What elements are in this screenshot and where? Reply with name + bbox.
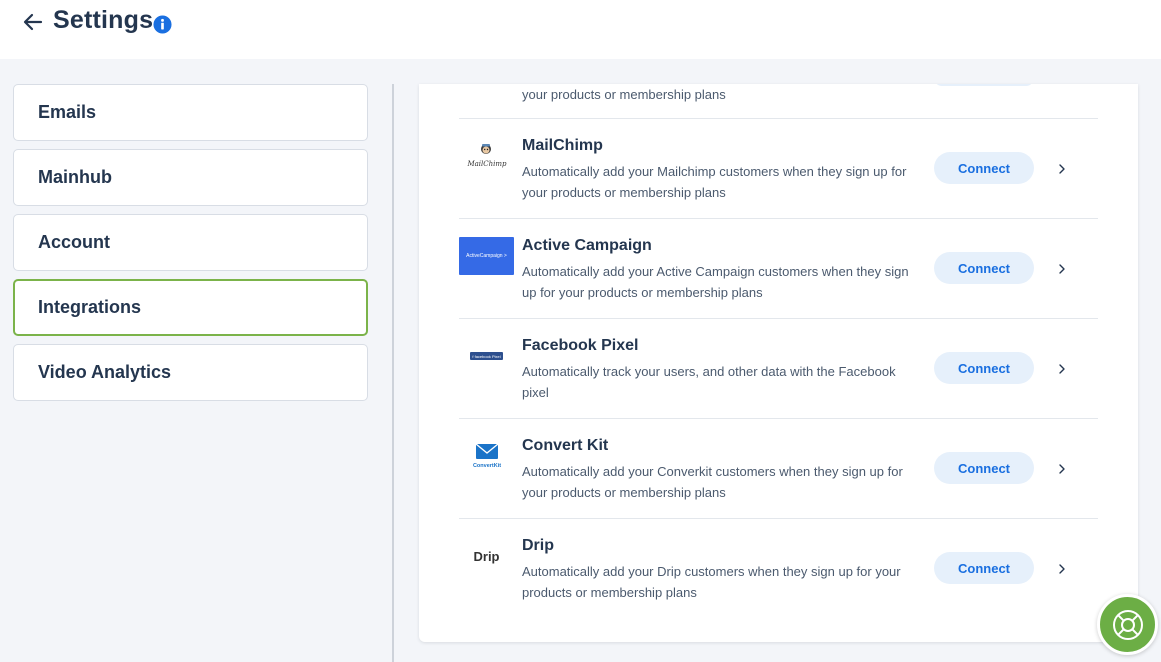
activecampaign-logo: ActiveCampaign >: [459, 236, 514, 276]
chevron-right-icon[interactable]: [1055, 562, 1069, 576]
integration-description: Automatically track your users, and othe…: [522, 364, 896, 400]
vertical-divider: [392, 84, 394, 662]
sidebar-item-mainhub[interactable]: Mainhub: [13, 149, 368, 206]
connect-button-convert-kit[interactable]: Connect: [934, 452, 1034, 484]
sidebar-item-emails[interactable]: Emails: [13, 84, 368, 141]
integration-row-convert-kit: ConvertKit Convert Kit Automatically add…: [459, 418, 1098, 518]
sidebar-item-label: Video Analytics: [38, 362, 172, 382]
integration-row-mailchimp: MailChimp MailChimp Automatically add yo…: [459, 118, 1098, 218]
integration-row-active-campaign: ActiveCampaign > Active Campaign Automat…: [459, 218, 1098, 318]
integrations-panel[interactable]: your products or membership plans MailCh…: [419, 84, 1138, 642]
connect-button-active-campaign[interactable]: Connect: [934, 252, 1034, 284]
facebook-pixel-logo: f facebook Pixel: [459, 336, 514, 376]
sidebar-item-label: Mainhub: [38, 167, 112, 187]
top-bar: Settings: [0, 0, 1161, 59]
chevron-right-icon[interactable]: [1055, 162, 1069, 176]
partial-description: your products or membership plans: [522, 87, 726, 102]
sidebar-item-label: Integrations: [38, 297, 142, 317]
settings-sidebar: Emails Mainhub Account Integrations Vide…: [13, 84, 368, 409]
info-icon[interactable]: [153, 15, 172, 34]
connect-button-drip[interactable]: Connect: [934, 552, 1034, 584]
drip-logo: Drip: [473, 548, 500, 564]
integration-description: Automatically add your Mailchimp custome…: [522, 164, 907, 200]
sidebar-item-label: Account: [38, 232, 110, 252]
integration-title: MailChimp: [522, 137, 603, 154]
integration-list: MailChimp MailChimp Automatically add yo…: [459, 118, 1098, 618]
sidebar-item-account[interactable]: Account: [13, 214, 368, 271]
integration-title: Active Campaign: [522, 237, 652, 254]
connect-button-mailchimp[interactable]: Connect: [934, 152, 1034, 184]
integration-description: Automatically add your Drip customers wh…: [522, 564, 901, 600]
page-title: Settings: [53, 6, 154, 34]
sidebar-item-integrations[interactable]: Integrations: [13, 279, 368, 336]
integration-title: Facebook Pixel: [522, 337, 639, 354]
convertkit-logo: ConvertKit: [459, 436, 514, 476]
chevron-right-icon[interactable]: [1055, 262, 1069, 276]
integration-title: Drip: [522, 537, 554, 554]
lifebuoy-icon: [1112, 609, 1143, 640]
svg-text:ConvertKit: ConvertKit: [472, 463, 500, 469]
integration-description: Automatically add your Active Campaign c…: [522, 264, 909, 300]
arrow-left-icon[interactable]: [21, 10, 45, 34]
sidebar-item-video-analytics[interactable]: Video Analytics: [13, 344, 368, 401]
integration-description: Automatically add your Converkit custome…: [522, 464, 903, 500]
integration-title: Convert Kit: [522, 437, 609, 454]
chevron-right-icon[interactable]: [1055, 362, 1069, 376]
mailchimp-logo: MailChimp: [459, 136, 514, 176]
help-button[interactable]: [1097, 594, 1158, 655]
chevron-right-icon[interactable]: [1055, 462, 1069, 476]
integration-row-facebook-pixel: f facebook Pixel Facebook Pixel Automati…: [459, 318, 1098, 418]
svg-text:MailChimp: MailChimp: [467, 160, 507, 168]
sidebar-item-label: Emails: [38, 102, 97, 122]
connect-button-partial[interactable]: [934, 84, 1034, 86]
connect-button-facebook-pixel[interactable]: Connect: [934, 352, 1034, 384]
integration-row-drip: Drip Drip Automatically add your Drip cu…: [459, 518, 1098, 618]
